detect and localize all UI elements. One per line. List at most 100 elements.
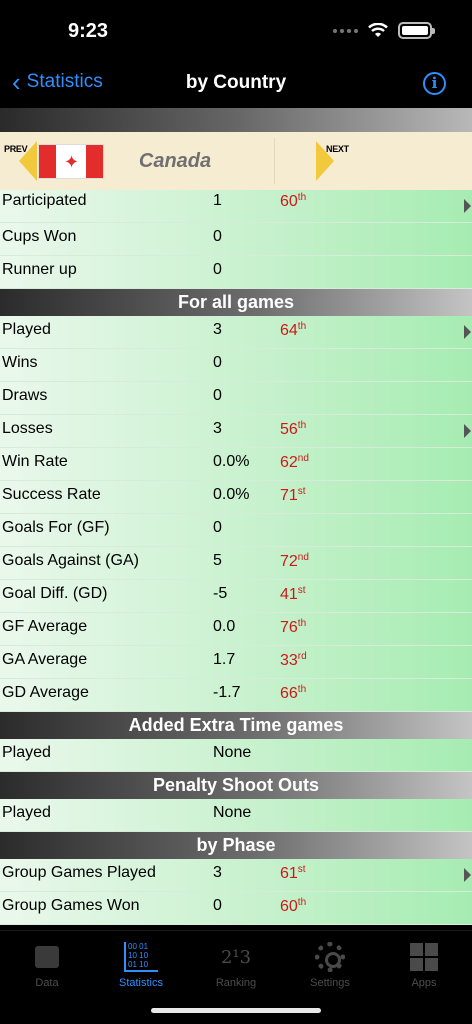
row-label: Cups Won [2,228,77,245]
tab-label: Data [35,977,59,989]
row-value: 3 [213,864,222,881]
row-rank: 64th [280,321,306,340]
row-label: Goals For (GF) [2,519,110,536]
tab-data[interactable]: Data [7,941,87,989]
row-label: Participated [2,192,87,209]
disclosure-arrow-icon[interactable] [464,325,471,339]
row-rank: 56th [280,420,306,439]
navigation-bar: ‹ Statistics by Country i [0,60,472,108]
disclosure-arrow-icon[interactable] [464,199,471,213]
row-value: 1.7 [213,651,236,668]
row-value: -1.7 [213,684,241,701]
row-label: GF Average [2,618,88,635]
tab-settings[interactable]: Settings [290,941,370,989]
row-value: 5 [213,552,222,569]
row-label: Losses [2,420,53,437]
row-value: None [213,804,252,821]
row-label: Goals Against (GA) [2,552,139,569]
row-rank: 61st [280,864,306,883]
rank-number: 76 [280,619,298,636]
canada-flag-icon: ✦ [38,144,104,179]
section-header-penalty: Penalty Shoot Outs [0,772,472,799]
summary-group: Participated 1 60th Cups Won 0 Runner up 0 [0,190,472,289]
rank-suffix: th [297,897,307,908]
row-label: Group Games Played [2,864,156,881]
row-label: Played [2,744,51,761]
status-bar: 9:23 [0,0,472,60]
row-label: Goal Diff. (GD) [2,585,108,602]
table-row: Played None [0,799,472,832]
row-value: 0.0% [213,453,250,470]
statistics-icon: 00 01 10 10 01 10 [124,942,158,972]
table-row[interactable]: Group Games Played 3 61st [0,859,472,892]
rank-number: 64 [280,322,298,339]
table-row: Goal Diff. (GD) -5 41st [0,580,472,613]
table-row: Played None [0,739,472,772]
row-label: Played [2,321,51,338]
rank-suffix: rd [297,651,307,662]
rank-suffix: st [297,864,306,875]
section-header-all-games: For all games [0,289,472,316]
row-label: Wins [2,354,38,371]
rank-number: 62 [280,454,298,471]
row-value: None [213,744,252,761]
row-value: 0 [213,261,222,278]
row-value: 3 [213,321,222,338]
row-value: 0 [213,897,222,914]
tab-statistics[interactable]: 00 01 10 10 01 10 Statistics [101,941,181,989]
row-rank: 76th [280,618,306,637]
table-row: Win Rate 0.0% 62nd [0,448,472,481]
disclosure-arrow-icon[interactable] [464,868,471,882]
row-rank: 72nd [280,552,309,571]
rank-suffix: th [297,192,307,203]
row-label: GA Average [2,651,88,668]
table-row: GF Average 0.0 76th [0,613,472,646]
info-button[interactable]: i [423,72,446,95]
table-row: Goals Against (GA) 5 72nd [0,547,472,580]
cellular-icon [333,28,358,33]
extra-time-group: Played None [0,739,472,772]
gear-icon [315,942,345,972]
tab-label: Ranking [215,977,257,989]
row-value: 0.0% [213,486,250,503]
home-indicator[interactable] [151,1008,321,1013]
table-row[interactable]: Played 3 64th [0,316,472,349]
section-header-phase: by Phase [0,832,472,859]
page-title: by Country [185,72,287,93]
row-label: Draws [2,387,48,404]
table-row[interactable]: Participated 1 60th [0,190,472,223]
tab-label: Apps [411,977,437,989]
row-value: 0.0 [213,618,236,635]
row-value: 0 [213,228,222,245]
ranking-icon: 2¹3 [220,946,252,968]
row-rank: 60th [280,897,306,916]
row-label: Success Rate [2,486,101,503]
rank-suffix: st [297,486,306,497]
row-value: 3 [213,420,222,437]
rank-number: 41 [280,586,298,603]
statistics-table[interactable]: Participated 1 60th Cups Won 0 Runner up 0 For… [0,190,472,930]
rank-suffix: st [297,585,306,596]
tab-apps[interactable]: Apps [384,941,464,989]
rank-number: 56 [280,421,298,438]
row-rank: 66th [280,684,306,703]
rank-suffix: th [297,420,307,431]
rank-suffix: nd [297,552,309,563]
phase-group: Group Games Played 3 61st Group Games Won 0 6… [0,859,472,925]
rank-suffix: nd [297,453,309,464]
wifi-icon [368,23,388,37]
table-row: Cups Won 0 [0,223,472,256]
table-row: GD Average -1.7 66th [0,679,472,712]
prev-country-button[interactable] [19,141,37,181]
battery-icon [398,22,435,39]
all-games-group: Played 3 64th Wins 0 Draws 0 Losses 3 56th Win Rat… [0,316,472,712]
row-value: 0 [213,354,222,371]
row-value: -5 [213,585,228,602]
row-value: 0 [213,519,222,536]
table-row[interactable]: Losses 3 56th [0,415,472,448]
tab-ranking[interactable]: 2¹3 Ranking [196,941,276,990]
rank-number: 60 [280,898,298,915]
table-row: Group Games Won 0 60th [0,892,472,925]
rank-suffix: th [297,684,307,695]
disclosure-arrow-icon[interactable] [464,424,471,438]
